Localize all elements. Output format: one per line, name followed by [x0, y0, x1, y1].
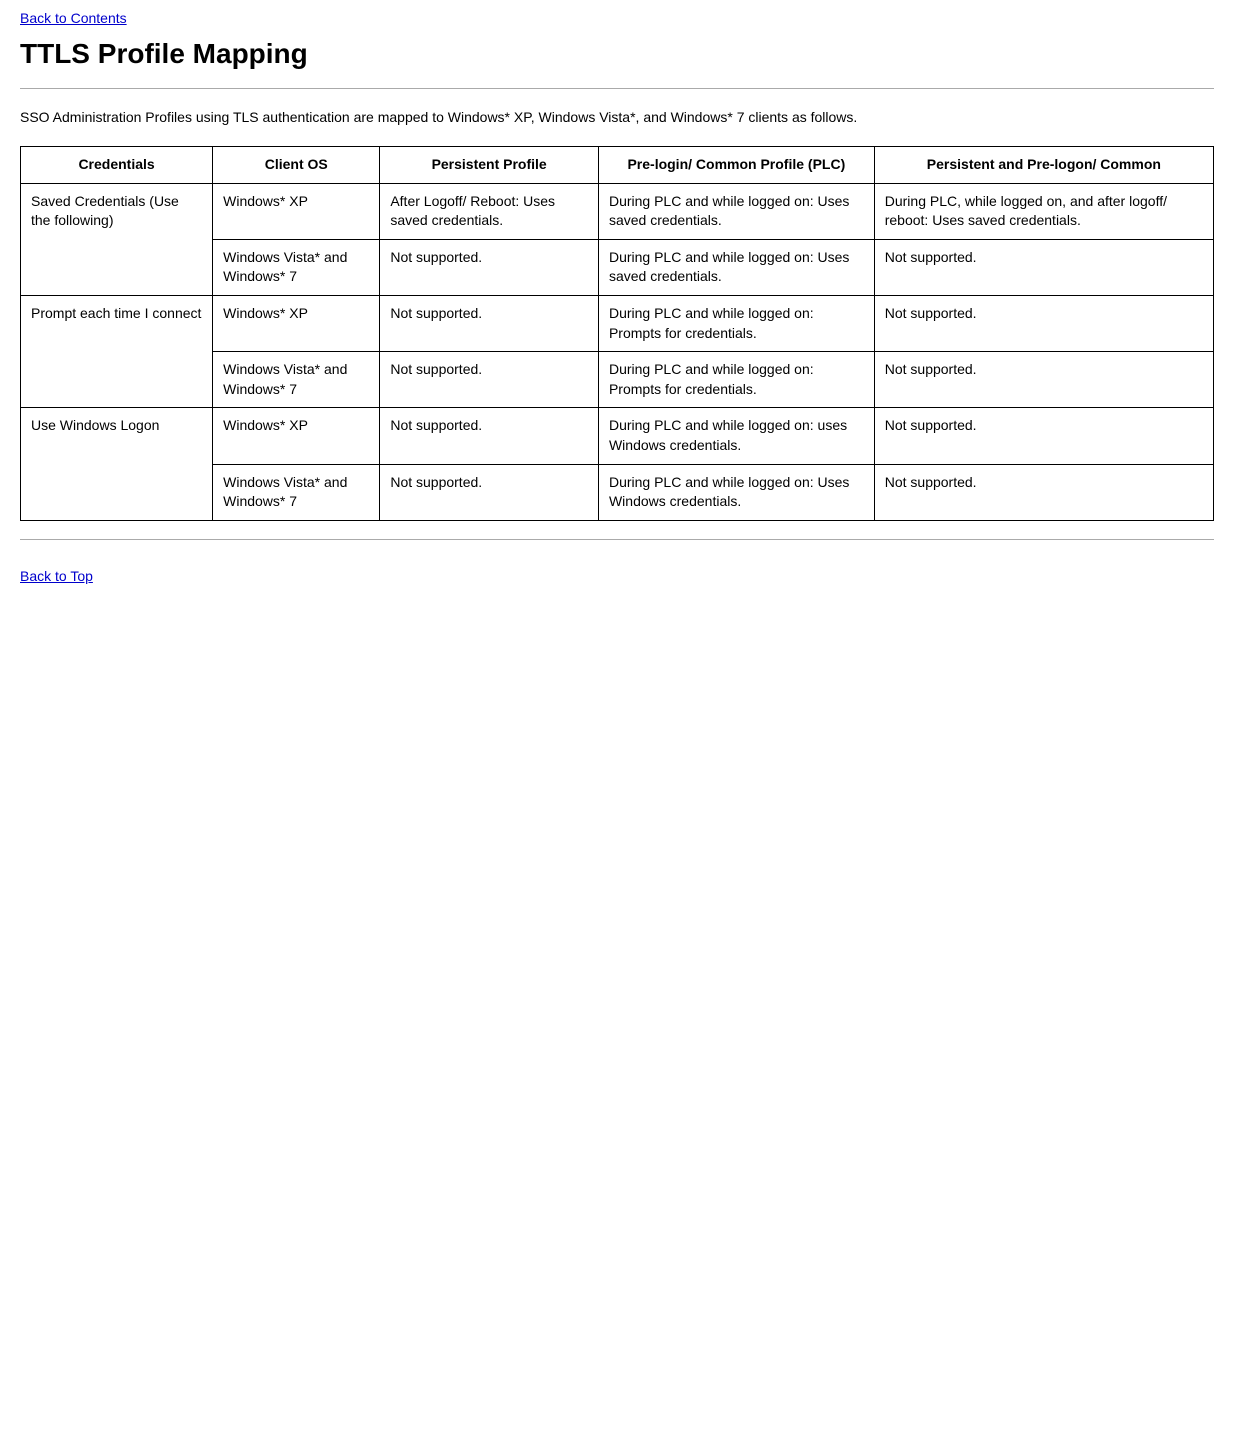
- top-divider: [20, 88, 1214, 89]
- col-header-credentials: Credentials: [21, 147, 213, 184]
- client-os-cell: Windows Vista* and Windows* 7: [213, 239, 380, 295]
- bottom-divider: [20, 539, 1214, 540]
- persistent-pre-cell: Not supported.: [874, 408, 1213, 464]
- persistent-pre-cell: Not supported.: [874, 239, 1213, 295]
- client-os-cell: Windows* XP: [213, 183, 380, 239]
- page-title: TTLS Profile Mapping: [20, 38, 1214, 70]
- prelogin-cell: During PLC and while logged on: Uses Win…: [598, 464, 874, 520]
- persistent-profile-cell: Not supported.: [380, 408, 599, 464]
- prelogin-cell: During PLC and while logged on: Uses sav…: [598, 239, 874, 295]
- credentials-cell: Saved Credentials (Use the following): [21, 183, 213, 295]
- col-header-persistent-profile: Persistent Profile: [380, 147, 599, 184]
- col-header-persistent-pre: Persistent and Pre-logon/ Common: [874, 147, 1213, 184]
- persistent-profile-cell: After Logoff/ Reboot: Uses saved credent…: [380, 183, 599, 239]
- persistent-profile-cell: Not supported.: [380, 295, 599, 351]
- persistent-profile-cell: Not supported.: [380, 464, 599, 520]
- profile-mapping-table: Credentials Client OS Persistent Profile…: [20, 146, 1214, 521]
- table-row: Use Windows LogonWindows* XPNot supporte…: [21, 408, 1214, 464]
- intro-paragraph: SSO Administration Profiles using TLS au…: [20, 107, 1214, 128]
- persistent-pre-cell: During PLC, while logged on, and after l…: [874, 183, 1213, 239]
- persistent-profile-cell: Not supported.: [380, 239, 599, 295]
- persistent-pre-cell: Not supported.: [874, 295, 1213, 351]
- col-header-client-os: Client OS: [213, 147, 380, 184]
- credentials-cell: Prompt each time I connect: [21, 295, 213, 407]
- back-to-top-link[interactable]: Back to Top: [20, 568, 93, 584]
- prelogin-cell: During PLC and while logged on: Uses sav…: [598, 183, 874, 239]
- client-os-cell: Windows Vista* and Windows* 7: [213, 352, 380, 408]
- client-os-cell: Windows Vista* and Windows* 7: [213, 464, 380, 520]
- prelogin-cell: During PLC and while logged on: uses Win…: [598, 408, 874, 464]
- persistent-pre-cell: Not supported.: [874, 464, 1213, 520]
- prelogin-cell: During PLC and while logged on: Prompts …: [598, 295, 874, 351]
- persistent-profile-cell: Not supported.: [380, 352, 599, 408]
- persistent-pre-cell: Not supported.: [874, 352, 1213, 408]
- prelogin-cell: During PLC and while logged on: Prompts …: [598, 352, 874, 408]
- table-row: Saved Credentials (Use the following)Win…: [21, 183, 1214, 239]
- credentials-cell: Use Windows Logon: [21, 408, 213, 520]
- col-header-prelogin: Pre-login/ Common Profile (PLC): [598, 147, 874, 184]
- client-os-cell: Windows* XP: [213, 408, 380, 464]
- client-os-cell: Windows* XP: [213, 295, 380, 351]
- back-to-contents-link[interactable]: Back to Contents: [20, 10, 127, 26]
- table-row: Prompt each time I connectWindows* XPNot…: [21, 295, 1214, 351]
